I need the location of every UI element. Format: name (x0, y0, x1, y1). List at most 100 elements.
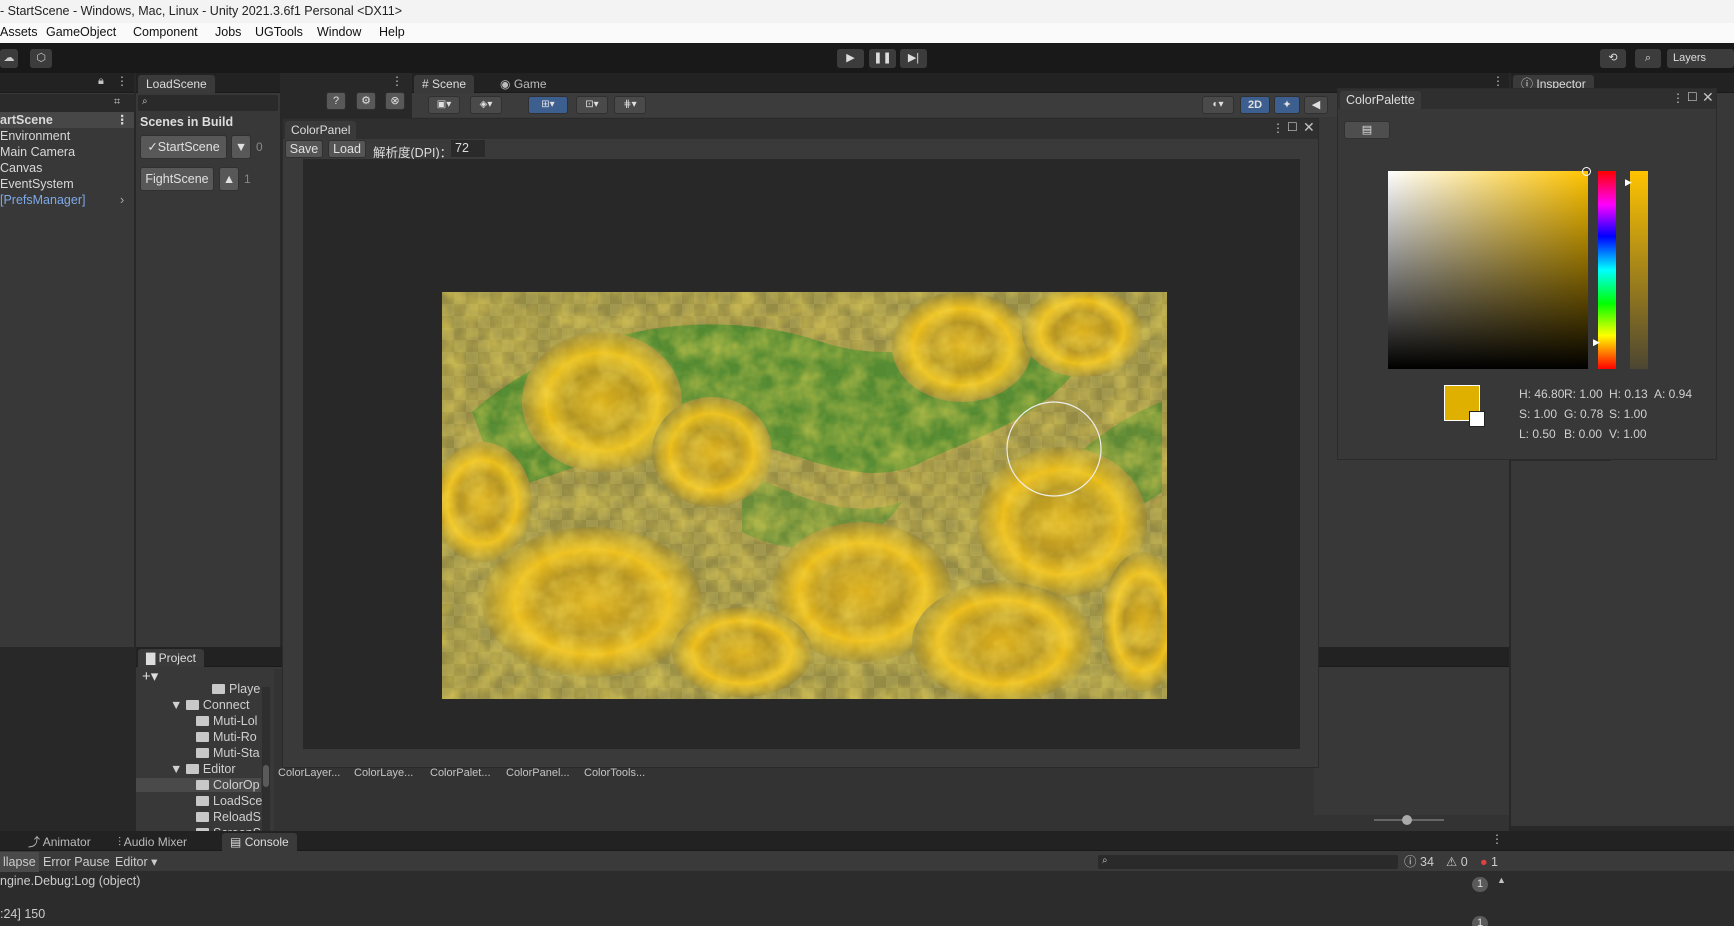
history-button[interactable]: ⟲ (1600, 49, 1626, 68)
tree-item[interactable]: ▼ Connect (170, 698, 249, 712)
load-button[interactable]: Load (328, 140, 366, 158)
asset-label[interactable]: ColorLaye... (354, 767, 413, 779)
error-count-toggle[interactable]: ● 1 (1480, 852, 1498, 872)
hierarchy-search[interactable]: ⌗ (0, 94, 134, 112)
hue-slider-handle[interactable]: ▶ (1593, 337, 1600, 348)
hierarchy-scene-root[interactable]: artScene ⋮ (0, 112, 134, 128)
tab-animator[interactable]: ⤴ Animator (20, 833, 99, 851)
maximize-icon[interactable]: ☐ (1287, 120, 1298, 134)
move-down-button[interactable]: ▼ (231, 135, 251, 159)
menu-assets[interactable]: Assets (0, 25, 38, 39)
console-log-line[interactable]: :24] 150 (0, 907, 45, 921)
tree-item-selected[interactable]: ColorOp (136, 778, 261, 792)
maximize-icon[interactable]: ☐ (1687, 90, 1698, 104)
more-menu-icon[interactable]: ⋮ (1491, 832, 1503, 846)
scene-button-startscene[interactable]: ✓StartScene (140, 135, 227, 159)
gizmo-dropdown[interactable]: ◐▾ (1202, 96, 1234, 114)
audio-toggle[interactable]: ◀ (1304, 96, 1328, 114)
menu-help[interactable]: Help (379, 25, 405, 39)
hue-slider[interactable]: ▶ (1593, 171, 1616, 369)
sv-picker-handle[interactable] (1582, 167, 1591, 176)
console-search-input[interactable]: ⌕ (1098, 855, 1398, 869)
more-menu-icon[interactable]: ⋮ (116, 74, 128, 88)
paint-canvas-area[interactable] (303, 159, 1300, 749)
log-count-toggle[interactable]: ⓘ 34 (1404, 852, 1434, 872)
tab-game[interactable]: ◉ Game (492, 75, 555, 93)
tree-item[interactable]: ReloadS (196, 810, 261, 824)
more-menu-icon[interactable]: ⋮ (116, 112, 129, 128)
dpi-input[interactable]: 72 (451, 140, 485, 157)
collab-icon[interactable]: ⬡ (30, 49, 52, 68)
palette-menu-button[interactable]: ▤ (1344, 121, 1390, 139)
menu-gameobject[interactable]: GameObject (46, 25, 116, 39)
saturation-value-picker[interactable] (1388, 167, 1591, 369)
lighting-toggle[interactable]: ✦ (1274, 96, 1300, 114)
asset-label[interactable]: ColorLayer... (278, 767, 340, 779)
colorpanel-tab[interactable]: ColorPanel (285, 121, 357, 139)
hierarchy-item-main-camera[interactable]: Main Camera (0, 144, 75, 160)
grid-toggle[interactable]: ⊞▾ (528, 96, 568, 114)
tab-console[interactable]: ▤ Console (222, 833, 297, 851)
error-pause-toggle[interactable]: Error Pause (40, 852, 113, 872)
alpha-slider[interactable]: ▶ (1625, 171, 1648, 369)
close-icon[interactable]: ✕ (1702, 89, 1714, 106)
hierarchy-item-prefsmanager[interactable]: [PrefsManager] › (0, 192, 134, 208)
colorpalette-tab[interactable]: ColorPalette (1340, 91, 1421, 109)
tree-item[interactable]: Muti-Sta (196, 746, 260, 760)
menu-window[interactable]: Window (317, 25, 361, 39)
search-button[interactable]: ⌕ (1635, 49, 1661, 68)
move-up-button[interactable]: ▲ (219, 167, 239, 191)
chevron-right-icon[interactable]: › (120, 192, 124, 208)
increment-snap-dropdown[interactable]: ⋕▾ (614, 96, 646, 114)
draw-mode-dropdown[interactable]: ▣▾ (428, 96, 460, 114)
settings-button[interactable]: ⚙ (356, 92, 376, 110)
more-menu-icon[interactable]: ⋮ (1272, 121, 1284, 135)
filter-icon[interactable]: ⌗ (114, 96, 120, 109)
hierarchy-item-eventsystem[interactable]: EventSystem (0, 176, 74, 192)
clear-button[interactable]: ⊗ (385, 92, 405, 110)
tree-scrollbar[interactable] (262, 687, 270, 831)
menu-component[interactable]: Component (133, 25, 198, 39)
zoom-slider-thumb[interactable] (1402, 815, 1412, 825)
alpha-slider-handle[interactable]: ▶ (1625, 177, 1632, 188)
render-mode-dropdown[interactable]: ◈▾ (470, 96, 502, 114)
menu-jobs[interactable]: Jobs (215, 25, 241, 39)
play-button[interactable]: ▶ (837, 49, 864, 68)
scene-button-fightscene[interactable]: FightScene (140, 167, 214, 191)
step-button[interactable]: ▶| (900, 49, 927, 68)
asset-label[interactable]: ColorTools... (584, 767, 645, 779)
tree-item[interactable]: Playe (212, 682, 260, 696)
loadscene-search[interactable]: ⌕ (138, 95, 278, 111)
scroll-up-icon[interactable]: ▲ (1497, 875, 1506, 885)
tab-project[interactable]: ▇ Project (138, 649, 204, 667)
tree-item[interactable]: Muti-Lol (196, 714, 257, 728)
pause-button[interactable]: ❚❚ (869, 49, 896, 68)
tab-scene[interactable]: # Scene (414, 75, 475, 93)
tree-item[interactable]: ▼ Editor (170, 762, 236, 776)
menu-ugtools[interactable]: UGTools (255, 25, 303, 39)
tree-item[interactable]: LoadSce (196, 794, 262, 808)
secondary-color-swatch[interactable] (1469, 411, 1485, 427)
scrollbar-thumb[interactable] (263, 765, 269, 787)
asset-label[interactable]: ColorPalet... (430, 767, 491, 779)
lock-icon[interactable]: 🔒︎ (98, 75, 104, 88)
help-button[interactable]: ? (326, 92, 346, 110)
more-menu-icon[interactable]: ⋮ (1672, 91, 1684, 105)
layers-dropdown[interactable]: Layers (1667, 49, 1734, 68)
tab-audio-mixer[interactable]: ⫶ Audio Mixer (110, 833, 195, 851)
editor-dropdown[interactable]: Editor ▾ (112, 852, 160, 872)
save-button[interactable]: Save (285, 140, 323, 158)
add-asset-button[interactable]: +▾ (142, 667, 158, 685)
collapse-toggle[interactable]: llapse (0, 852, 39, 872)
paint-canvas-image[interactable] (442, 292, 1167, 699)
more-menu-icon[interactable]: ⋮ (1492, 74, 1504, 88)
warning-count-toggle[interactable]: ⚠ 0 (1446, 852, 1468, 872)
snap-dropdown[interactable]: ⊡▾ (576, 96, 608, 114)
hierarchy-item-environment[interactable]: Environment (0, 128, 70, 144)
close-icon[interactable]: ✕ (1303, 119, 1315, 136)
cloud-icon[interactable]: ☁ (0, 49, 18, 68)
hierarchy-item-canvas[interactable]: Canvas (0, 160, 42, 176)
tab-loadscene[interactable]: LoadScene (138, 75, 215, 93)
zoom-slider[interactable] (1374, 815, 1444, 825)
more-menu-icon[interactable]: ⋮ (391, 74, 403, 88)
